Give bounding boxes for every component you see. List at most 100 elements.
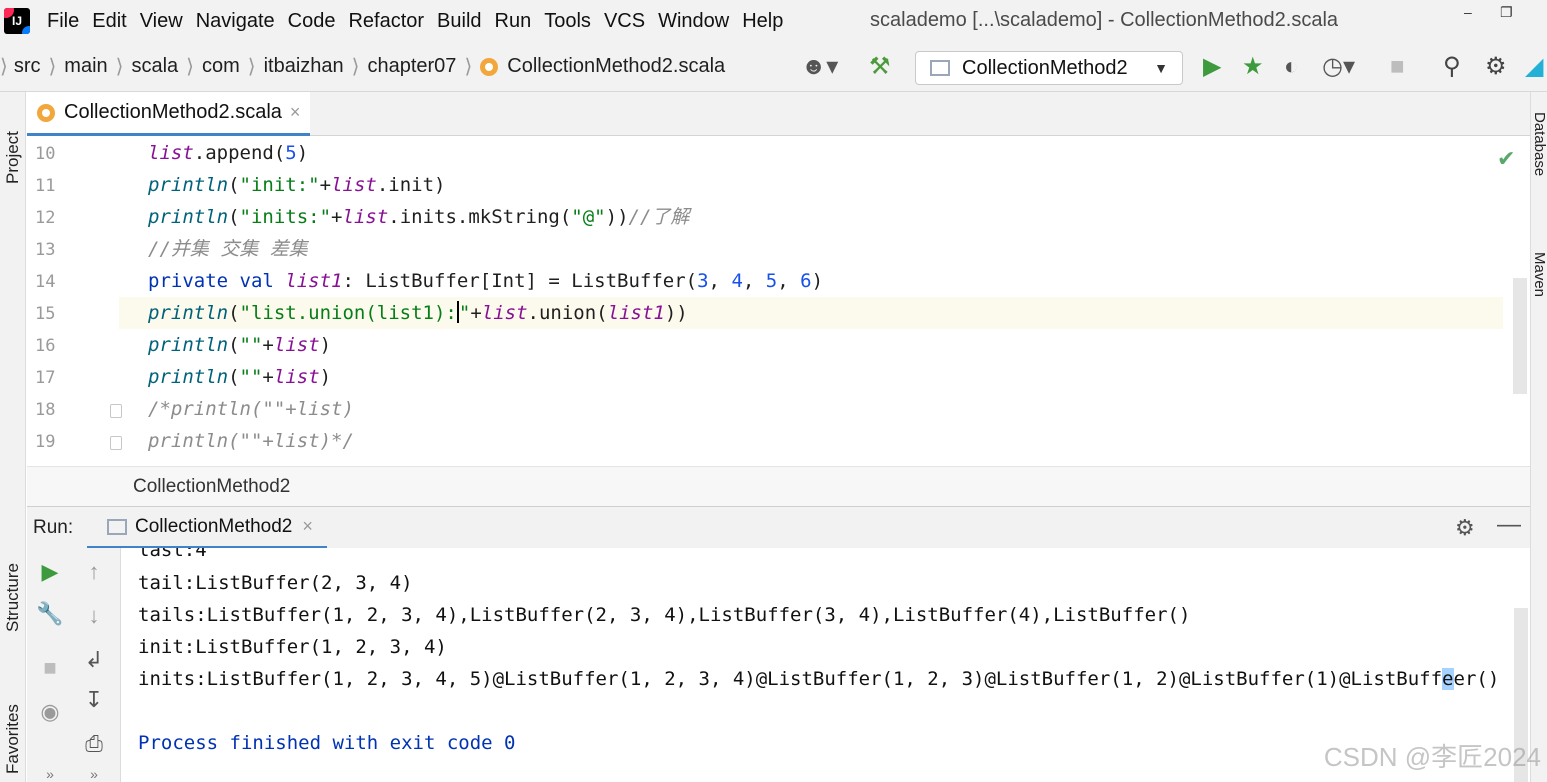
- text-caret: [456, 301, 459, 323]
- chevron-down-icon: ▼: [1154, 60, 1168, 76]
- menu-tools[interactable]: Tools: [539, 10, 599, 33]
- line-number: 12: [35, 208, 56, 228]
- run-config-label: CollectionMethod2: [962, 56, 1128, 79]
- line-number: 13: [35, 240, 56, 260]
- run-tab-collectionmethod2[interactable]: CollectionMethod2 ×: [87, 507, 327, 549]
- wrench-icon[interactable]: 🔧: [35, 602, 65, 626]
- code-line-17: println(""+list): [148, 366, 332, 388]
- run-icon[interactable]: ▶: [1203, 53, 1221, 81]
- code-line-13: //并集 交集 差集: [148, 238, 308, 260]
- breadcrumb-scala[interactable]: scala: [131, 55, 178, 78]
- line-number: 19: [35, 432, 56, 452]
- breadcrumb-main[interactable]: main: [64, 55, 107, 78]
- menu-help[interactable]: Help: [737, 10, 791, 33]
- menu-bar: IJ File Edit View Navigate Code Refactor…: [0, 0, 1547, 42]
- stop-icon[interactable]: ■: [1390, 53, 1405, 81]
- line-number: 18: [35, 400, 56, 420]
- editor-tab-bar: CollectionMethod2.scala ×: [27, 92, 1530, 136]
- window-title: scalademo [...\scalademo] - CollectionMe…: [870, 9, 1339, 31]
- restore-window-icon[interactable]: ❐: [1500, 4, 1513, 21]
- scroll-up-arrow-icon[interactable]: ↑: [79, 560, 109, 584]
- line-number-gutter: 10 11 12 13 14 15 16 17 18 19: [27, 136, 119, 466]
- print-icon[interactable]: ⎙: [79, 732, 109, 756]
- breadcrumb-itbaizhan[interactable]: itbaizhan: [264, 55, 344, 78]
- console-line: init:ListBuffer(1, 2, 3, 4): [138, 636, 447, 658]
- menu-window[interactable]: Window: [653, 10, 737, 33]
- menu-edit[interactable]: Edit: [87, 10, 134, 33]
- soft-wrap-icon[interactable]: ↲: [79, 648, 109, 672]
- camera-icon[interactable]: ◉: [35, 700, 65, 724]
- structure-tool-tab[interactable]: Structure: [0, 532, 26, 632]
- favorites-tab-label: Favorites: [3, 704, 22, 774]
- scroll-down-arrow-icon[interactable]: ↓: [79, 604, 109, 628]
- breadcrumb-separator-icon: ⟩: [0, 56, 8, 78]
- build-hammer-icon[interactable]: ⚒: [869, 53, 891, 81]
- menu-navigate[interactable]: Navigate: [191, 10, 283, 33]
- plugin-icon[interactable]: ◢: [1525, 53, 1543, 81]
- scroll-to-end-icon[interactable]: ↧: [79, 688, 109, 712]
- fold-marker-icon[interactable]: [110, 436, 122, 450]
- code-editor[interactable]: 10 11 12 13 14 15 16 17 18 19 list.appen…: [27, 136, 1530, 466]
- run-config-icon: [930, 60, 950, 76]
- run-configuration-selector[interactable]: CollectionMethod2 ▼: [915, 51, 1183, 85]
- watermark: CSDN @李匠2024: [1323, 742, 1541, 772]
- menu-code[interactable]: Code: [283, 10, 344, 33]
- console-selection: e: [1442, 668, 1454, 690]
- coverage-icon[interactable]: ◐: [1284, 53, 1299, 81]
- code-line-16: println(""+list): [148, 334, 332, 356]
- close-run-tab-icon[interactable]: ×: [302, 516, 313, 537]
- more-actions-icon[interactable]: »: [79, 762, 109, 782]
- menu-build[interactable]: Build: [432, 10, 489, 33]
- menu-refactor[interactable]: Refactor: [343, 10, 432, 33]
- favorites-tool-tab[interactable]: Favorites: [0, 664, 26, 774]
- database-tool-tab[interactable]: Database: [1531, 112, 1547, 176]
- console-output[interactable]: last:4 tail:ListBuffer(2, 3, 4) tails:Li…: [121, 548, 1530, 782]
- breadcrumb-chapter07[interactable]: chapter07: [367, 55, 456, 78]
- close-tab-icon[interactable]: ×: [290, 102, 301, 123]
- menu-run[interactable]: Run: [490, 10, 540, 33]
- more-actions-icon[interactable]: »: [35, 762, 65, 782]
- profile-icon[interactable]: ◷▾: [1322, 53, 1355, 81]
- menu-file[interactable]: File: [42, 10, 87, 33]
- line-number: 11: [35, 176, 56, 196]
- user-icon[interactable]: ☻▾: [801, 53, 838, 81]
- line-number: 10: [35, 144, 56, 164]
- code-line-14: private val list1: ListBuffer[Int] = Lis…: [148, 270, 824, 292]
- maven-tool-tab[interactable]: Maven: [1531, 252, 1547, 297]
- fold-marker-icon[interactable]: [110, 404, 122, 418]
- code-line-10: list.append(5): [148, 142, 309, 164]
- settings-gear-icon[interactable]: ⚙: [1485, 53, 1507, 81]
- intellij-logo-icon: IJ: [4, 8, 30, 34]
- breadcrumb-com[interactable]: com: [202, 55, 240, 78]
- breadcrumb-separator-icon: ⟩: [464, 56, 473, 78]
- right-tool-strip: Database Maven: [1530, 92, 1547, 782]
- breadcrumb-src[interactable]: src: [14, 55, 41, 78]
- minimize-panel-icon[interactable]: —: [1497, 511, 1521, 539]
- editor-tab-collectionmethod2[interactable]: CollectionMethod2.scala ×: [27, 92, 311, 136]
- database-tab-label: Database: [1531, 112, 1547, 177]
- maven-tab-label: Maven: [1531, 252, 1547, 298]
- run-tab-label: CollectionMethod2: [135, 515, 293, 537]
- run-config-icon: [107, 518, 127, 535]
- menu-vcs[interactable]: VCS: [599, 10, 653, 33]
- project-tool-tab[interactable]: Project: [0, 104, 26, 184]
- rerun-icon[interactable]: ▶: [35, 560, 65, 584]
- line-number: 17: [35, 368, 56, 388]
- debug-bug-icon[interactable]: ★: [1242, 53, 1264, 81]
- no-problems-check-icon[interactable]: ✔: [1497, 146, 1515, 172]
- search-icon[interactable]: ⚲: [1443, 53, 1461, 81]
- run-settings-gear-icon[interactable]: ⚙: [1455, 515, 1475, 541]
- scala-file-icon: [37, 103, 55, 122]
- process-exit-message: Process finished with exit code 0: [138, 732, 516, 754]
- console-line: inits:ListBuffer(1, 2, 3, 4, 5)@ListBuff…: [138, 668, 1499, 690]
- navigation-bar: ⟩ src ⟩ main ⟩ scala ⟩ com ⟩ itbaizhan ⟩…: [0, 42, 1547, 92]
- editor-scrollbar[interactable]: [1513, 278, 1527, 394]
- minimize-window-icon[interactable]: –: [1464, 4, 1472, 20]
- menu-view[interactable]: View: [135, 10, 191, 33]
- breadcrumb-separator-icon: ⟩: [115, 56, 124, 78]
- breadcrumb-file[interactable]: CollectionMethod2.scala: [507, 55, 725, 78]
- editor-breadcrumb-object[interactable]: CollectionMethod2: [133, 476, 290, 498]
- stop-icon[interactable]: ■: [35, 656, 65, 680]
- code-line-12: println("inits:"+list.inits.mkString("@"…: [148, 206, 690, 228]
- code-line-15: println("list.union(list1): "+list.union(…: [148, 301, 688, 324]
